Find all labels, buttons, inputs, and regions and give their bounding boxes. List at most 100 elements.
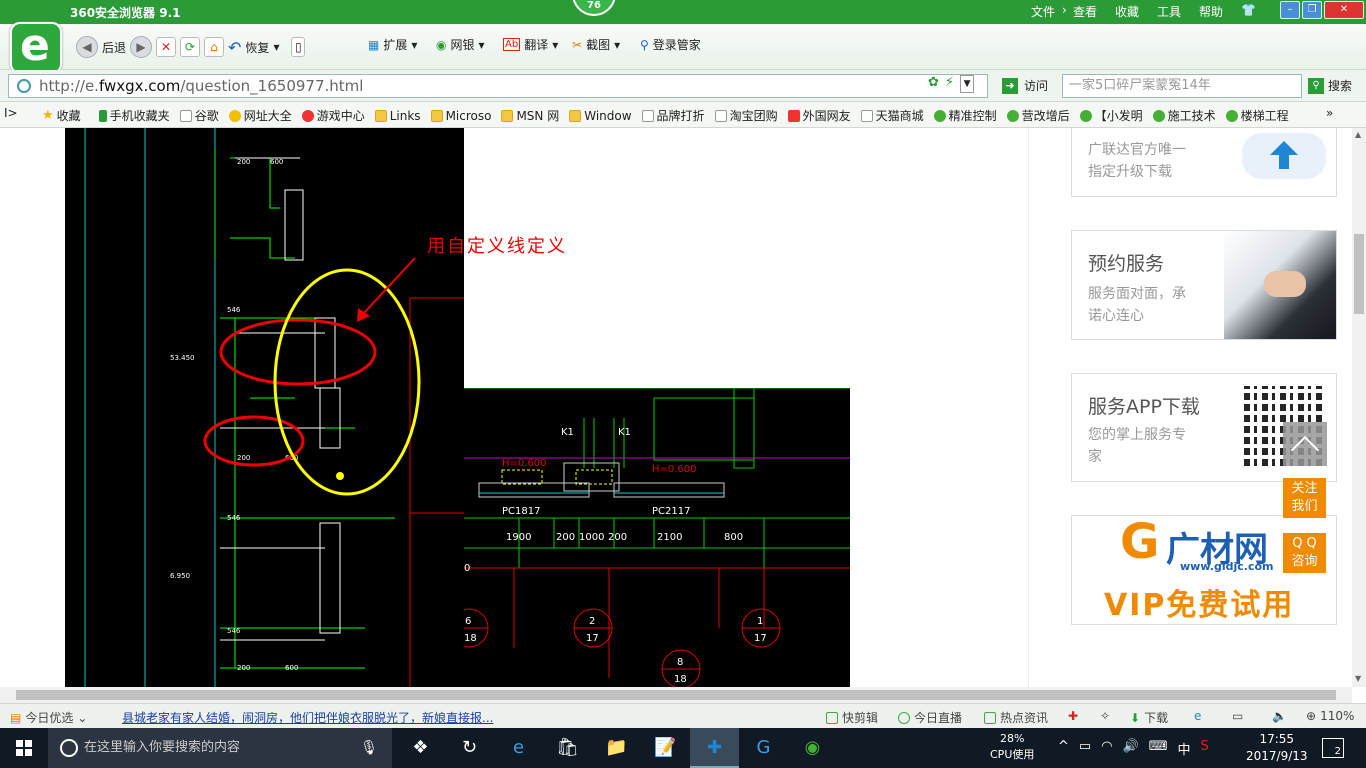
notification-center-icon[interactable]: 2 <box>1322 738 1344 758</box>
microphone-icon[interactable]: 🎙 <box>360 728 378 768</box>
refresh-icon[interactable]: ⟳ <box>180 37 201 57</box>
fav-item[interactable]: ★ 收藏 <box>42 107 81 124</box>
close-button[interactable]: ✕ <box>1324 1 1364 19</box>
fav-item[interactable]: 精准控制 <box>933 107 997 124</box>
fav-item[interactable]: MSN 网 <box>501 107 559 124</box>
vertical-scrollbar[interactable]: ▲ ▼ <box>1352 128 1366 687</box>
fav-item[interactable]: Microso <box>430 107 491 124</box>
fav-item[interactable]: Window <box>569 107 632 124</box>
cpu-usage[interactable]: 28% CPU使用 <box>990 731 1034 763</box>
fav-item[interactable]: Links <box>374 107 421 124</box>
browser-logo-icon[interactable] <box>10 20 62 74</box>
maximize-button[interactable]: ❐ <box>1302 1 1322 19</box>
quick-clip-button[interactable]: 快剪辑 <box>826 709 878 726</box>
fav-item[interactable]: 楼梯工程 <box>1225 107 1289 124</box>
fav-item[interactable]: 品牌打折 <box>641 107 705 124</box>
fav-item[interactable]: 施工技术 <box>1152 107 1216 124</box>
notes-icon[interactable]: 📝 <box>641 728 690 768</box>
sogou-s-icon[interactable]: S <box>1201 739 1209 758</box>
edge-icon[interactable]: e <box>494 728 543 768</box>
scroll-thumb[interactable] <box>16 690 1336 700</box>
live-button[interactable]: 今日直播 <box>898 709 962 726</box>
wifi-icon[interactable]: ◠ <box>1101 739 1112 758</box>
restore-dropdown-icon[interactable]: ▾ <box>273 40 279 54</box>
browser-360-icon[interactable]: ◉ <box>788 728 837 768</box>
search-input[interactable]: 一家5口碎尸案蒙冤14年 <box>1062 74 1302 98</box>
compat-mode-icon[interactable]: ✿ <box>928 75 939 93</box>
window-icon[interactable]: ▭ <box>1232 709 1243 723</box>
stop-icon[interactable]: ✕ <box>156 37 177 57</box>
url-dropdown-icon[interactable]: ▼ <box>960 75 975 93</box>
horizontal-scrollbar[interactable] <box>0 687 1352 703</box>
store-icon[interactable]: 🛍 <box>543 728 592 768</box>
fav-item[interactable]: 外国网友 <box>787 107 851 124</box>
fav-item[interactable]: 【小发明 <box>1079 107 1143 124</box>
plus-icon[interactable]: ✚ <box>1068 709 1078 723</box>
speed-mode-icon[interactable]: ⚡ <box>945 75 954 93</box>
volume-icon[interactable]: 🔈 <box>1272 709 1287 723</box>
bank-group[interactable]: ◉ 网银 ▾ <box>436 36 485 53</box>
fav-item[interactable]: 淘宝团购 <box>714 107 778 124</box>
task-view-icon[interactable]: ❖ <box>396 728 445 768</box>
extend-group[interactable]: ▦ 扩展 ▾ <box>368 36 417 53</box>
chevron-up-icon[interactable]: ^ <box>1058 739 1069 758</box>
menu-favorites[interactable]: 收藏 <box>1115 3 1139 20</box>
sidebar-toggle-icon[interactable]: I> <box>4 106 18 120</box>
security-score-badge[interactable]: 76 <box>572 0 616 16</box>
hot-news-button[interactable]: 热点资讯 <box>984 709 1048 726</box>
qq-consult-button[interactable]: Q Q 咨询 <box>1283 533 1326 573</box>
menu-help[interactable]: 帮助 <box>1199 3 1223 20</box>
start-button[interactable] <box>0 728 48 768</box>
menu-tools[interactable]: 工具 <box>1157 3 1181 20</box>
fav-item[interactable]: 游戏中心 <box>301 107 365 124</box>
back-to-top-button[interactable] <box>1283 422 1327 466</box>
cad-plan-svg: K1 K1 H=0.600 H=0.600 PC1817 PC2117 1900… <box>464 388 850 687</box>
menu-view[interactable]: 查看 <box>1073 3 1097 20</box>
battery-icon[interactable]: ▭ <box>1079 739 1091 758</box>
keyboard-icon[interactable]: ⌨ <box>1149 739 1168 758</box>
skin-icon[interactable]: 👕 <box>1241 3 1256 20</box>
taskbar-search[interactable]: 在这里输入你要搜索的内容 🎙 <box>48 728 392 768</box>
download-button[interactable]: ⬇ 下载 <box>1130 709 1168 726</box>
phone-icon[interactable]: ▯ <box>291 37 306 57</box>
pin-icon[interactable]: ✧ <box>1100 709 1110 723</box>
glodon-icon[interactable]: ↻ <box>445 728 494 768</box>
fav-item[interactable]: 天猫商城 <box>860 107 924 124</box>
follow-us-button[interactable]: 关注 我们 <box>1283 478 1326 518</box>
scroll-down-icon[interactable]: ▼ <box>1355 674 1361 683</box>
cad-app-icon[interactable]: ✚ <box>690 728 739 768</box>
login-manager-group[interactable]: ⚲ 登录管家 <box>640 36 701 53</box>
fav-item[interactable]: 手机收藏夹 <box>98 107 170 124</box>
home-icon[interactable]: ⌂ <box>204 37 225 57</box>
zoom-control[interactable]: ⊕ 110% <box>1306 709 1354 723</box>
undo-close-icon[interactable]: ↶ <box>228 38 241 57</box>
file-explorer-icon[interactable]: 📁 <box>592 728 641 768</box>
fav-item[interactable]: 谷歌 <box>179 107 219 124</box>
back-icon[interactable]: ◀ <box>76 36 98 58</box>
back-button[interactable]: 后退 <box>102 39 126 56</box>
fav-item[interactable]: 网址大全 <box>228 107 292 124</box>
translate-group[interactable]: Ab 翻译 ▾ <box>503 36 558 53</box>
search-button[interactable]: ⚲ 搜索 <box>1308 77 1352 94</box>
news-ticker-link[interactable]: 县城老家有家人结婚，闹洞房，他们把伴娘衣服脱光了，新娘直接报... <box>122 709 493 726</box>
today-picks[interactable]: ▤ 今日优选 ⌄ <box>10 709 87 726</box>
speaker-icon[interactable]: 🔊 <box>1123 739 1139 758</box>
appointment-service-card[interactable]: 预约服务 服务面对面，承 诺心连心 <box>1071 230 1337 340</box>
screenshot-group[interactable]: ✂ 截图 ▾ <box>572 36 620 53</box>
more-favorites-icon[interactable]: » <box>1326 106 1333 120</box>
upgrade-download-card[interactable]: 广联达官方唯一 指定升级下载 <box>1071 128 1337 197</box>
visit-button[interactable]: ➜ 访问 <box>1002 77 1048 94</box>
minimize-button[interactable]: – <box>1280 1 1300 19</box>
forward-icon[interactable]: ▶ <box>130 36 153 58</box>
level-text: 6.950 <box>170 572 190 580</box>
scroll-up-icon[interactable]: ▲ <box>1355 130 1361 139</box>
scroll-thumb[interactable] <box>1354 234 1364 314</box>
menu-file[interactable]: 文件 <box>1031 3 1055 20</box>
restore-button[interactable]: 恢复 <box>245 39 269 56</box>
ime-indicator[interactable]: 中 <box>1178 739 1191 758</box>
url-input[interactable]: http://e.fwxgx.com/question_1650977.html <box>8 74 988 98</box>
browser-g-icon[interactable]: G <box>739 728 788 768</box>
clock[interactable]: 17:55 2017/9/13 <box>1246 731 1308 765</box>
ie-icon[interactable]: e <box>1194 709 1201 723</box>
fav-item[interactable]: 营改增后 <box>1006 107 1070 124</box>
